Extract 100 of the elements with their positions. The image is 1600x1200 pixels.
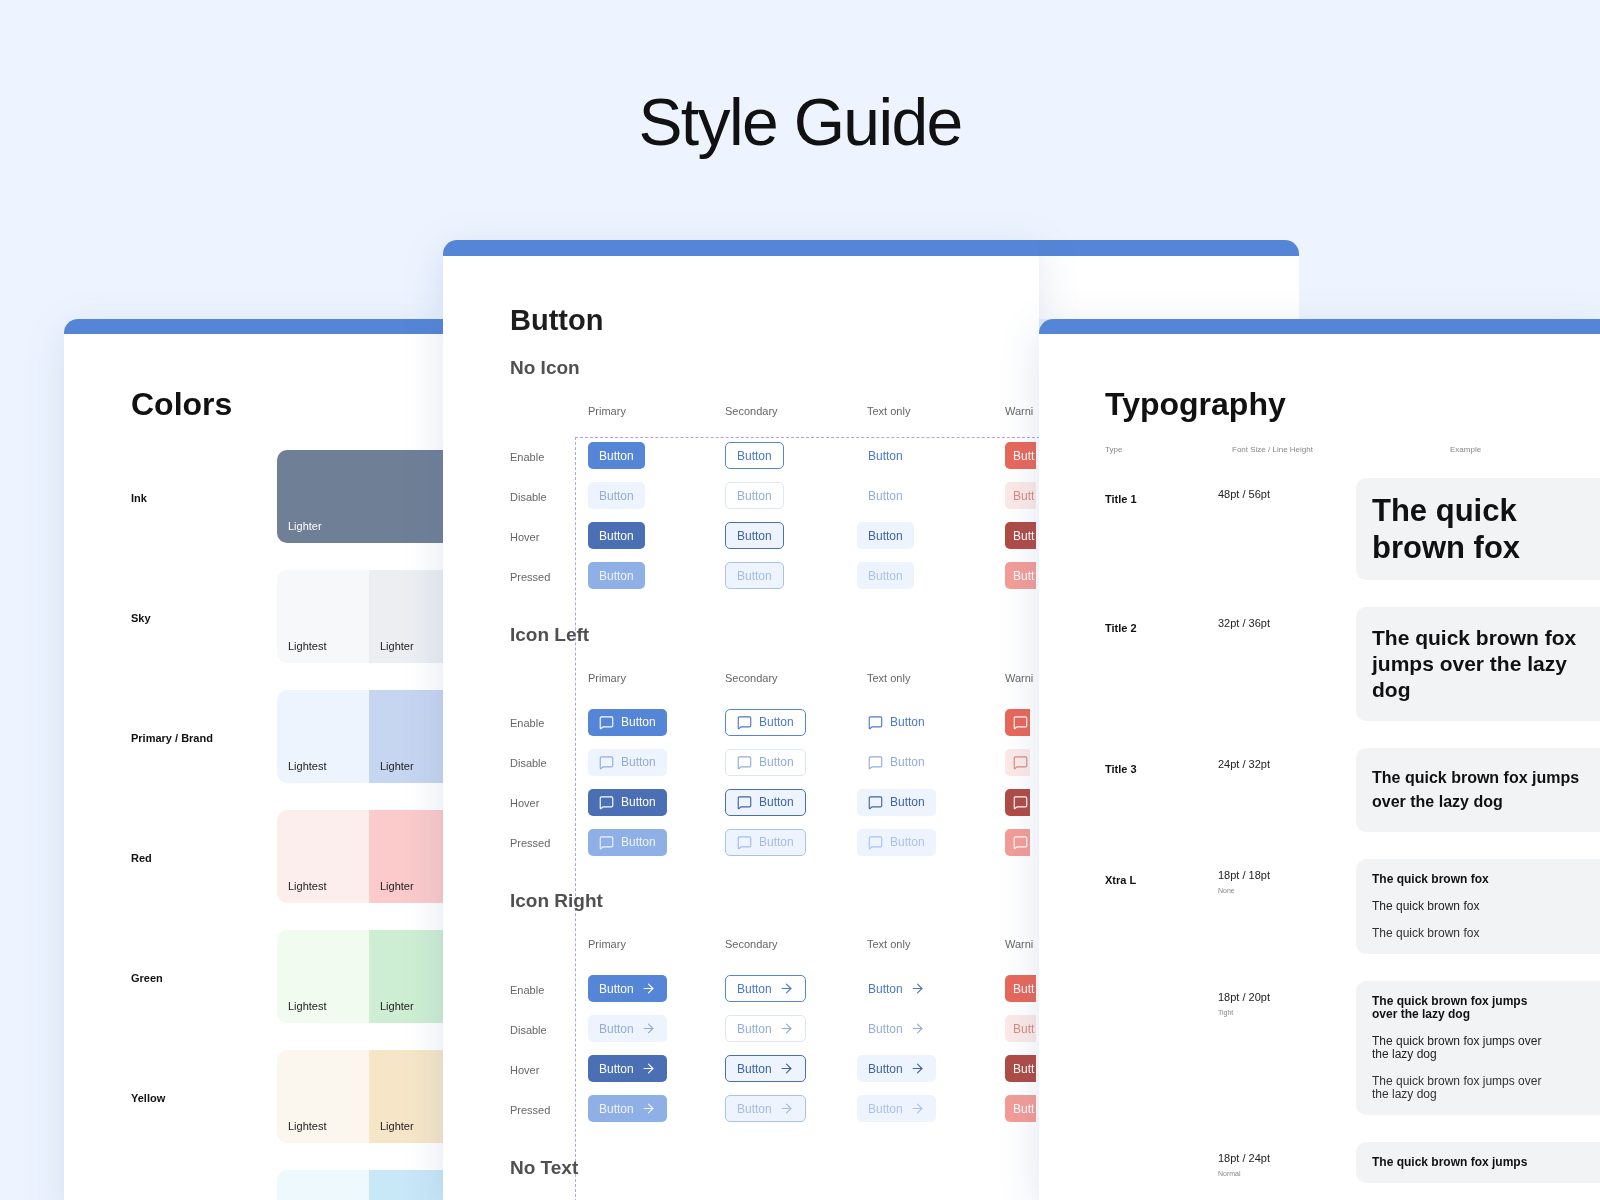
text-button[interactable]: Button [857,442,914,469]
secondary-button[interactable]: Button [725,442,784,469]
text-button[interactable]: Button [857,748,936,776]
column-label: Primary [588,938,626,950]
secondary-button[interactable]: Button [725,1015,806,1042]
state-label: Disable [510,1023,547,1036]
primary-button[interactable]: Button [588,482,645,509]
warning-button[interactable]: Butt [1005,975,1037,1002]
chat-icon [1013,794,1028,810]
warning-button[interactable]: Butt [1005,522,1037,549]
state-label: Pressed [510,570,551,583]
text-button[interactable]: Button [857,562,914,589]
column-label: Secondary [725,938,778,950]
warning-button[interactable] [1005,748,1030,776]
example-text: The quick brown fox [1372,492,1522,566]
primary-button[interactable]: Button [588,1015,667,1042]
swatch-label: Lightest [288,998,327,1014]
state-label: Pressed [510,1103,551,1116]
text-button[interactable]: Button [857,1015,936,1042]
example-text: The quick brown fox [1372,900,1481,913]
chat-icon [599,794,614,810]
chat-icon [868,834,883,850]
size-spec: 48pt / 56pt [1218,487,1270,502]
text-button[interactable]: Button [857,1055,936,1082]
warning-button[interactable] [1005,708,1030,736]
secondary-button[interactable]: Button [725,522,784,549]
color-name: Ink [131,491,147,504]
state-label: Disable [510,490,547,503]
primary-button[interactable]: Button [588,562,645,589]
swatch-label: Lightest [288,878,327,894]
section-heading: Icon Left [510,622,590,647]
warning-button[interactable]: Butt [1005,1095,1037,1122]
primary-button[interactable]: Button [588,975,667,1002]
swatch-label: Lighter [380,1118,414,1134]
arrow-right-icon [778,1061,794,1076]
secondary-button[interactable]: Button [725,975,806,1002]
section-heading: No Icon [510,356,580,380]
warning-button[interactable]: Butt [1005,1055,1037,1082]
swatch-label: Lighter [380,758,414,774]
arrow-right-icon [640,981,656,996]
primary-button[interactable]: Button [588,788,667,816]
primary-button[interactable]: Button [588,1055,667,1082]
chat-icon [599,834,614,850]
warning-button[interactable]: Butt [1005,562,1037,589]
example-text: The quick brown fox [1372,927,1481,940]
primary-button[interactable]: Button [588,828,667,856]
swatch-label: Lightest [288,1118,327,1134]
text-button[interactable]: Button [857,828,936,856]
color-name: Sky [131,611,151,624]
secondary-button[interactable]: Button [725,788,806,816]
secondary-button[interactable]: Button [725,1055,806,1082]
warning-button[interactable]: Butt [1005,1015,1037,1042]
chat-icon [737,834,752,850]
primary-button[interactable]: Button [588,1095,667,1122]
primary-button[interactable]: Button [588,442,645,469]
state-label: Hover [510,530,540,543]
primary-button[interactable]: Button [588,522,645,549]
column-header: Font Size / Line Height [1232,445,1313,454]
chat-icon [868,714,883,730]
secondary-button[interactable]: Button [725,748,806,776]
column-label: Secondary [725,671,778,684]
size-spec: 18pt / 18pt [1218,868,1270,883]
primary-button[interactable]: Button [588,708,667,736]
size-spec: 18pt / 20pt [1218,990,1270,1005]
color-name: Green [131,971,163,984]
text-button[interactable]: Button [857,1095,936,1122]
warning-button[interactable]: Butt [1005,442,1037,469]
card-title: Button [510,303,604,338]
swatch-label: Lighter [288,518,322,534]
secondary-button[interactable]: Button [725,482,784,509]
arrow-right-icon [909,1101,925,1116]
card-title: Typography [1105,385,1286,424]
arrow-right-icon [909,1061,925,1076]
secondary-button[interactable]: Button [725,828,806,856]
chat-icon [1013,714,1028,730]
warning-button[interactable]: Butt [1005,482,1037,509]
chat-icon [599,714,614,730]
type-name: Xtra L [1105,874,1137,886]
secondary-button[interactable]: Button [725,562,784,589]
example-text: The quick brown fox jumps over the lazy dog [1372,1075,1543,1101]
state-label: Hover [510,797,540,809]
text-button[interactable]: Button [857,708,936,736]
secondary-button[interactable]: Button [725,708,806,736]
primary-button[interactable]: Button [588,748,667,776]
section-heading: No Text [510,1155,579,1180]
page-title: Style Guide [638,84,962,161]
text-button[interactable]: Button [857,482,914,509]
text-button[interactable]: Button [857,788,936,816]
text-button[interactable]: Button [857,975,936,1002]
type-name: Title 1 [1105,493,1137,505]
card-title: Colors [131,385,233,424]
column-label: Warni [1005,938,1034,950]
chat-icon [868,754,883,770]
type-name: Title 3 [1105,763,1137,775]
secondary-button[interactable]: Button [725,1095,806,1122]
text-button[interactable]: Button [857,522,914,549]
example-text: The quick brown fox jumps over the lazy dog [1372,625,1578,703]
chat-icon [599,754,614,770]
warning-button[interactable] [1005,788,1030,816]
column-label: Text only [867,405,911,417]
